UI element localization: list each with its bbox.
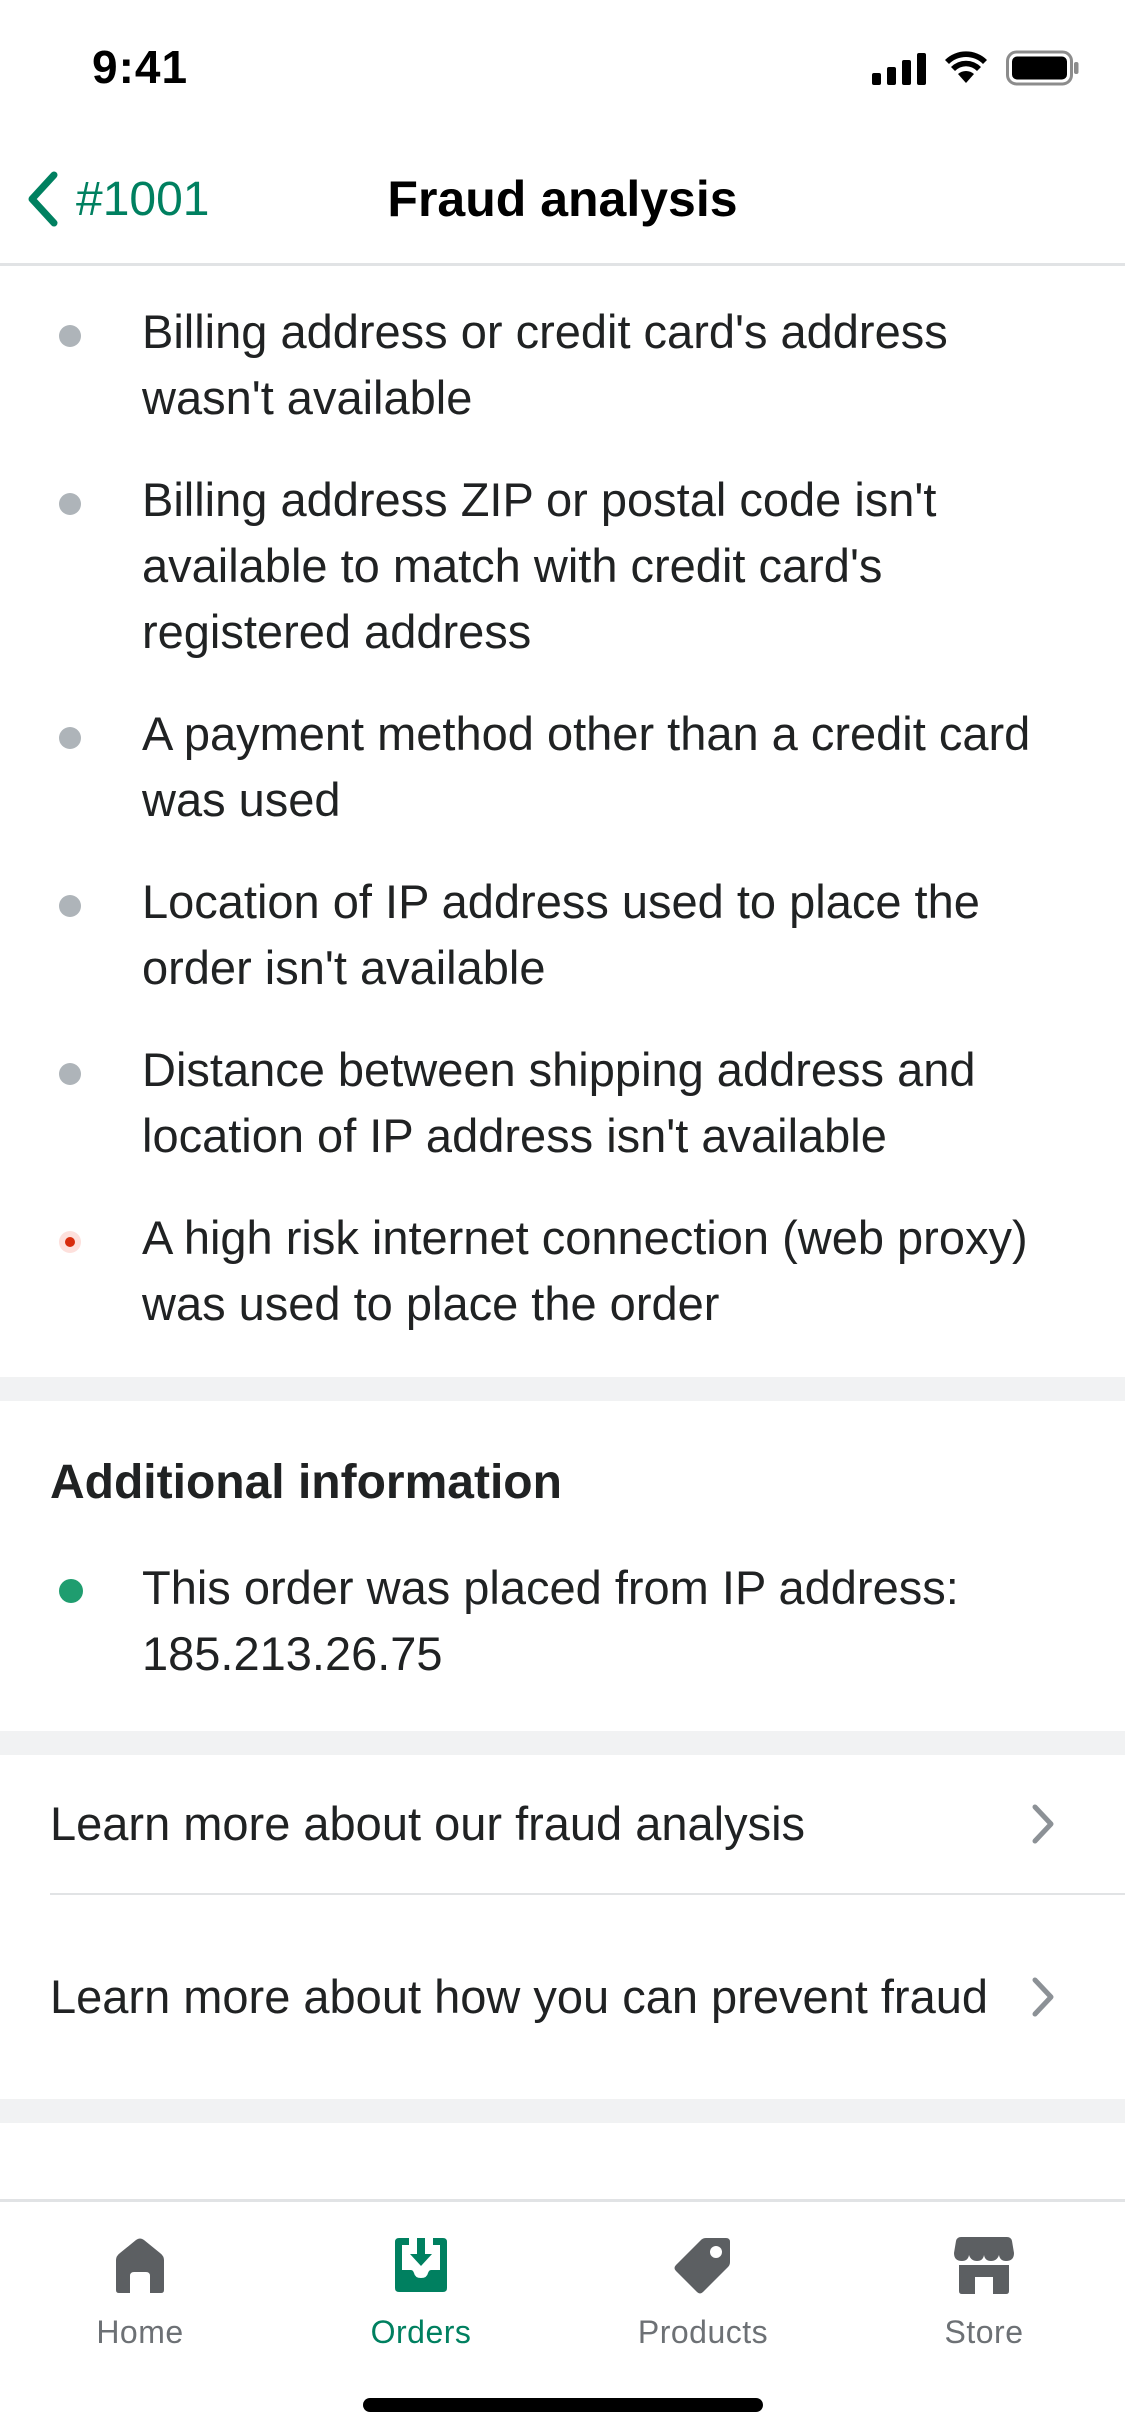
learn-more-fraud-analysis-link[interactable]: Learn more about our fraud analysis (50, 1755, 1125, 1895)
reason-text: A payment method other than a credit car… (142, 707, 1031, 826)
list-item: A high risk internet connection (web pro… (0, 1205, 1125, 1337)
section-divider (0, 2099, 1125, 2123)
section-divider (0, 1731, 1125, 1755)
tab-label: Store (944, 2314, 1024, 2350)
list-item: A payment method other than a credit car… (0, 701, 1125, 833)
home-indicator (363, 2398, 763, 2412)
list-item: Distance between shipping address and lo… (0, 1037, 1125, 1169)
link-label: Learn more about our fraud analysis (50, 1797, 806, 1850)
info-text: This order was placed from IP address: 1… (142, 1561, 959, 1680)
status-time: 9:41 (92, 41, 189, 93)
link-label: Learn more about how you can prevent fra… (50, 1970, 988, 2023)
learn-more-links: Learn more about our fraud analysis Lear… (0, 1755, 1125, 2099)
chevron-right-icon (1032, 1804, 1054, 1844)
tab-label: Orders (370, 2314, 472, 2350)
neutral-indicator-icon (59, 895, 81, 917)
neutral-indicator-icon (59, 493, 81, 515)
list-item: Location of IP address used to place the… (0, 869, 1125, 1001)
tab-label: Products (637, 2314, 769, 2350)
wifi-icon (945, 51, 987, 83)
neutral-indicator-icon (59, 325, 81, 347)
list-item: This order was placed from IP address: 1… (0, 1555, 1125, 1687)
content: Billing address or credit card's address… (0, 269, 1125, 2123)
status-icons (872, 50, 1080, 86)
additional-information-section: Additional information This order was pl… (0, 1401, 1125, 1731)
reason-text: Distance between shipping address and lo… (142, 1043, 976, 1162)
store-icon (954, 2237, 1014, 2294)
home-icon (116, 2238, 164, 2293)
reason-text: Billing address ZIP or postal code isn't… (142, 473, 937, 658)
neutral-indicator-icon (59, 1063, 81, 1085)
list-item: Billing address or credit card's address… (0, 299, 1125, 431)
section-title: Additional information (50, 1456, 562, 1509)
list-item: Billing address ZIP or postal code isn't… (0, 467, 1125, 665)
tab-home[interactable]: Home (40, 2230, 240, 2351)
battery-icon (1006, 50, 1079, 86)
cellular-signal-icon (872, 51, 926, 85)
navigation-bar: #1001 Fraud analysis (0, 132, 1125, 266)
neutral-indicator-icon (59, 727, 81, 749)
reason-text: Billing address or credit card's address… (142, 305, 948, 424)
tab-store[interactable]: Store (884, 2230, 1084, 2351)
fraud-reasons-list: Billing address or credit card's address… (0, 269, 1125, 1377)
reason-text: A high risk internet connection (web pro… (142, 1211, 1028, 1330)
orders-icon (395, 2238, 447, 2292)
reason-text: Location of IP address used to place the… (142, 875, 980, 994)
chevron-right-icon (1032, 1977, 1054, 2017)
tab-products[interactable]: Products (603, 2230, 803, 2351)
status-bar: 9:41 (0, 0, 1125, 132)
page-title: Fraud analysis (387, 171, 738, 227)
tab-label: Home (96, 2314, 184, 2350)
learn-more-prevent-fraud-link[interactable]: Learn more about how you can prevent fra… (50, 1895, 1125, 2099)
section-divider (0, 1377, 1125, 1401)
positive-indicator-icon (59, 1579, 83, 1603)
high-risk-indicator-icon (59, 1231, 81, 1253)
tab-orders[interactable]: Orders (321, 2230, 521, 2351)
tag-icon (674, 2238, 730, 2294)
